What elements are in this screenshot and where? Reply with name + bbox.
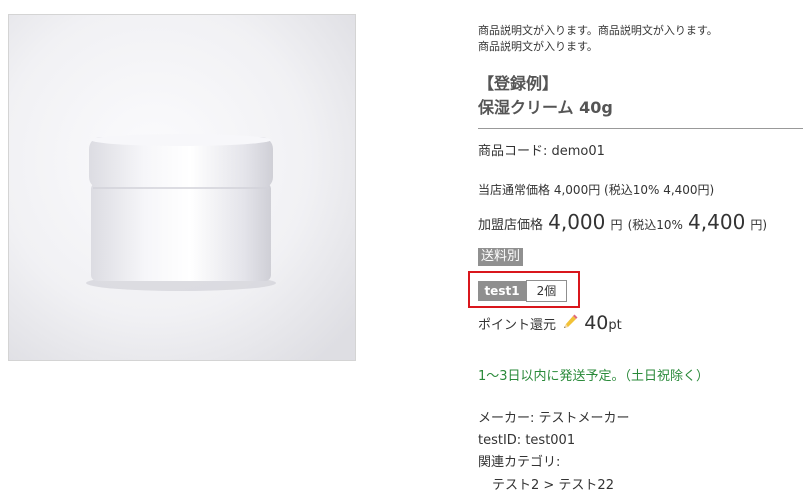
product-code: 商品コード: demo01 [478,144,605,159]
regular-price-value: 4,000円 [553,183,601,197]
point-reward-unit: pt [608,318,622,333]
member-price-label: 加盟店価格 [478,218,544,233]
member-price: 加盟店価格 4,000 円 (税込10% 4,400 円) [478,210,767,240]
member-price-yen: 円 [610,218,623,232]
maker-info: メーカー: テストメーカー [478,411,630,426]
regular-price-tax: (税込10% 4,400円) [604,183,715,197]
title-divider [478,128,803,129]
point-reward-value: 40 [584,312,609,334]
member-price-tax-prefix: (税込10% [627,218,683,232]
related-category-link[interactable]: テスト2 > テスト22 [492,476,614,496]
delivery-estimate: 1〜3日以内に発送予定。（土日祝除く） [478,369,710,384]
variant-name-badge: test1 [478,281,526,301]
member-price-value: 4,000 [548,210,606,234]
product-title: 【登録例】 保湿クリーム 40g [478,72,613,120]
shipping-badge: 送料別 [478,248,524,266]
member-price-tax-suffix: 円) [750,218,768,232]
test-id-info: testID: test001 [478,433,576,448]
member-price-tax-value: 4,400 [688,210,746,234]
related-category-label: 関連カテゴリ: [478,455,561,470]
product-title-name: 保湿クリーム 40g [478,98,613,117]
point-reward: ポイント還元 40pt [478,312,622,338]
pencil-icon [561,313,579,331]
cream-jar-illustration [9,15,355,360]
regular-price: 当店通常価格 4,000円 (税込10% 4,400円) [478,181,714,199]
point-reward-label: ポイント還元 [478,318,557,333]
product-image [8,14,356,361]
variant-quantity: 2個 [526,280,567,302]
product-title-tag: 【登録例】 [478,74,559,93]
product-description: 商品説明文が入ります。商品説明文が入ります。 商品説明文が入ります。 [478,24,718,53]
regular-price-label: 当店通常価格 [478,183,551,197]
